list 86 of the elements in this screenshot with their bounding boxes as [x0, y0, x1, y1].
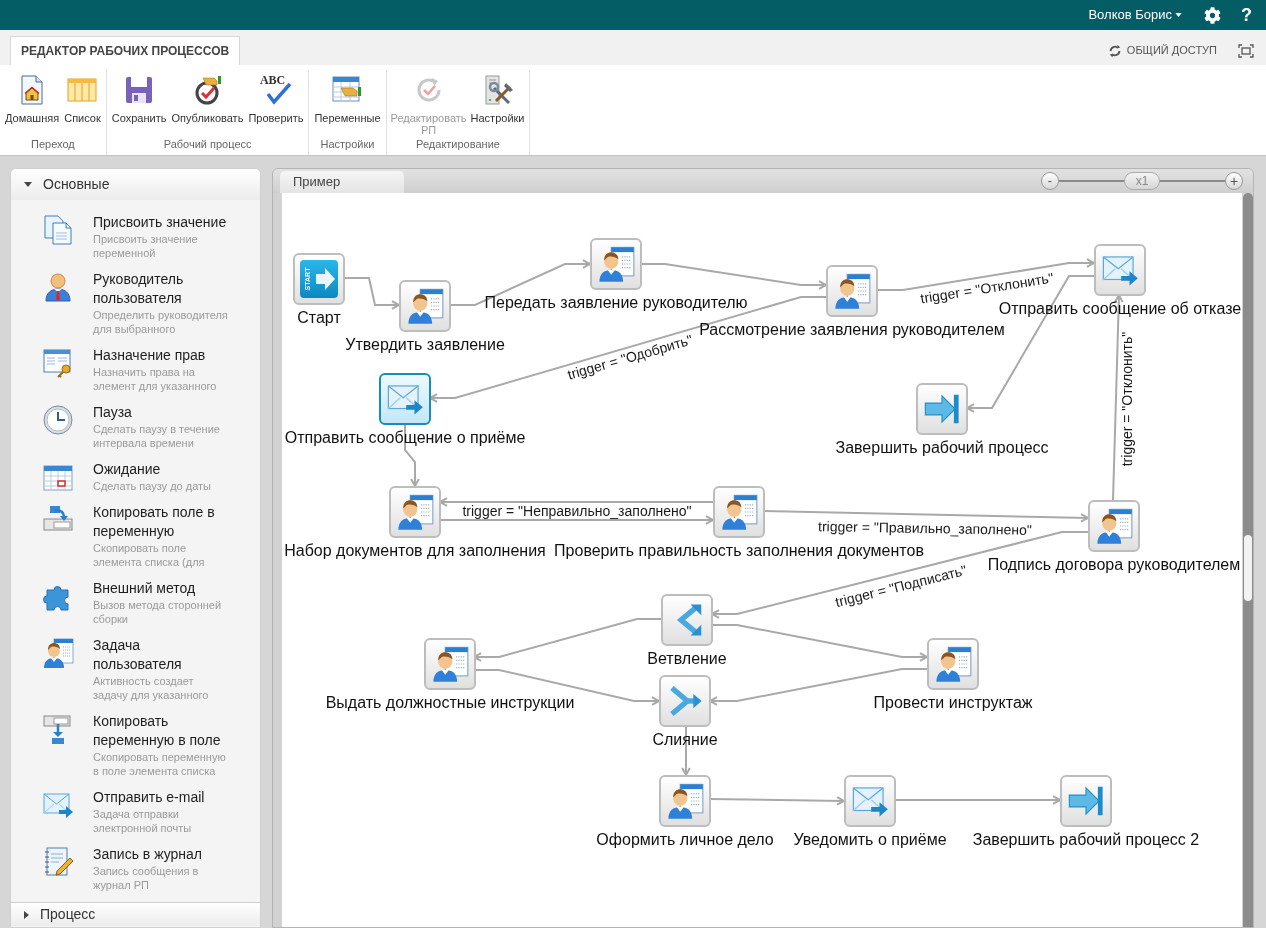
activity-title[interactable]: Внешний метод: [93, 579, 229, 598]
group-label: Редактирование: [415, 137, 501, 151]
person-list-icon: [42, 637, 74, 669]
fullscreen-button[interactable]: [1238, 43, 1254, 58]
node-label: Передать заявление руководителю: [484, 294, 748, 312]
form-arrow-icon: [42, 713, 74, 745]
user-menu[interactable]: Волков Борис: [1088, 5, 1182, 25]
ribbon-button[interactable]: Переменные: [312, 74, 383, 137]
node-label: Рассмотрение заявления руководителем: [699, 321, 1005, 339]
designer-tab[interactable]: Пример: [280, 171, 404, 193]
activity-title[interactable]: Ожидание: [93, 460, 229, 479]
person-list-icon: [833, 272, 871, 310]
zoom-out-button[interactable]: -: [1041, 172, 1059, 190]
person-list-icon: [431, 645, 469, 683]
activity-description: Сделать паузу в течение интервала времени: [93, 422, 221, 450]
person-list-icon: [1095, 507, 1133, 545]
ribbon-button[interactable]: Настройки: [468, 74, 527, 137]
share-link[interactable]: ОБЩИЙ ДОСТУП: [1107, 42, 1217, 59]
person-list-icon: [597, 245, 635, 283]
caret-down-icon: [1175, 13, 1182, 17]
documents-icon: [42, 214, 74, 246]
node-label: Завершить рабочий процесс: [835, 439, 1049, 457]
scrollbar-thumb[interactable]: [1244, 535, 1252, 601]
activity-description: Запись сообщения в журнал РП: [93, 864, 200, 892]
section-header[interactable]: Процесс: [11, 902, 260, 926]
activity-title[interactable]: Отправить e-mail: [93, 788, 229, 807]
zoom-in-button[interactable]: +: [1225, 172, 1243, 190]
node-label: Уведомить о приёме: [793, 831, 947, 849]
node-label: Проверить правильность заполнения документов: [554, 542, 924, 560]
activity-description: Определить руководителя для выбранного: [93, 308, 229, 336]
activity-description: Присвоить значение переменной: [93, 232, 199, 260]
activity-description: Вызов метода сторонней сборки: [93, 598, 223, 626]
activity-title[interactable]: Пауза: [93, 403, 229, 422]
activity-description: Задача отправки электронной почты: [93, 807, 193, 835]
activity-title[interactable]: Копировать переменную в поле: [93, 712, 229, 750]
activity-description: Назначить права на элемент для указанного: [93, 365, 218, 393]
activity-description: Скопировать переменную в поле элемента списка: [93, 750, 227, 778]
ribbon-tab[interactable]: РЕДАКТОР РАБОЧИХ ПРОЦЕССОВ: [10, 36, 241, 65]
activity-title[interactable]: Руководитель пользователя: [93, 270, 229, 308]
node-label: Завершить рабочий процесс 2: [972, 831, 1200, 849]
help-button[interactable]: ?: [1241, 5, 1252, 25]
group-label: Настройки: [319, 137, 376, 151]
activity-description: Активность создает задачу для указанного: [93, 674, 210, 702]
node-label: Утвердить заявление: [345, 336, 505, 354]
node-label: Отправить сообщение о приёме: [284, 429, 526, 447]
sync-icon: [1107, 43, 1122, 58]
activity-description: Скопировать поле элемента списка (для: [93, 541, 206, 569]
activity-title[interactable]: Назначение прав: [93, 346, 229, 365]
settings-button[interactable]: [1204, 6, 1221, 24]
transition-label: trigger = "Отклонить": [1120, 331, 1134, 467]
form-key-icon: [42, 347, 74, 379]
ribbon-button[interactable]: Домашняя: [3, 74, 62, 137]
person-list-icon: [396, 493, 434, 531]
activity-title[interactable]: Присвоить значение: [93, 213, 229, 232]
fullscreen-icon: [1238, 43, 1254, 58]
node-label: Отправить сообщение об отказе: [998, 300, 1242, 318]
notebook-pencil-icon: [42, 846, 74, 878]
ribbon-button[interactable]: Опубликовать: [169, 74, 246, 137]
transition-label: trigger = "Правильно_заполнено": [818, 519, 1032, 537]
ribbon-button[interactable]: ABC Проверить: [246, 74, 306, 137]
section-header[interactable]: Основные: [11, 169, 260, 200]
ribbon-button[interactable]: Сохранить: [109, 74, 169, 137]
person-tie-icon: [42, 271, 74, 303]
connector-arrow: [343, 277, 402, 310]
node-label: Старт: [297, 309, 341, 327]
person-list-icon: [934, 645, 972, 683]
activity-description: Сделать паузу до даты: [93, 479, 212, 493]
person-list-icon: [666, 782, 704, 820]
person-list-icon: [406, 287, 444, 325]
settings-icon: [1204, 6, 1221, 24]
node-label: Набор документов для заполнения: [284, 542, 546, 560]
activity-title[interactable]: Копировать поле в переменную: [93, 503, 229, 541]
activity-title[interactable]: Запись в журнал: [93, 845, 229, 864]
group-label: Переход: [30, 137, 76, 151]
node-label: Выдать должностные инструкции: [325, 694, 575, 712]
node-label: Оформить личное дело: [596, 831, 774, 849]
node-label: Подпись договора руководителем: [987, 556, 1241, 574]
person-list-icon: [720, 493, 758, 531]
group-label: Рабочий процесс: [162, 137, 253, 151]
activity-title[interactable]: Задача пользователя: [93, 636, 229, 674]
node-label: Слияние: [652, 731, 718, 749]
clock-icon: [42, 404, 74, 436]
transition-label: trigger = "Неправильно_заполнено": [462, 504, 692, 518]
node-label: Провести инструктаж: [873, 694, 1033, 712]
ribbon-button[interactable]: Список: [62, 74, 103, 137]
node-label: Ветвление: [647, 650, 727, 668]
